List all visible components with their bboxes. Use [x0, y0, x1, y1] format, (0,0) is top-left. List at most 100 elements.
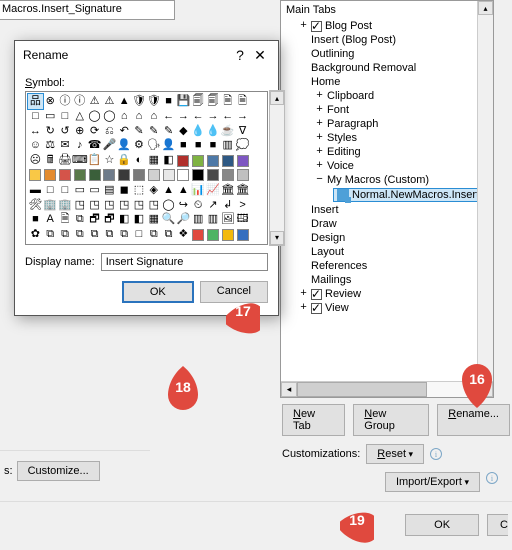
- symbol-cell[interactable]: ⧉: [58, 227, 73, 242]
- symbol-cell[interactable]: ↻: [43, 124, 58, 139]
- symbol-cell[interactable]: [176, 153, 191, 168]
- expand-toggle-icon[interactable]: +: [299, 302, 308, 314]
- symbol-cell[interactable]: [58, 168, 73, 183]
- symbol-cell[interactable]: ◯: [87, 109, 102, 124]
- expand-toggle-icon[interactable]: +: [315, 160, 324, 172]
- symbol-cell[interactable]: ⧉: [146, 227, 161, 242]
- symbol-cell[interactable]: ◧: [117, 212, 132, 227]
- symbol-cell[interactable]: 🔍: [161, 212, 176, 227]
- symbol-cell[interactable]: ◳: [102, 198, 117, 213]
- symbol-cell[interactable]: 🗗: [102, 212, 117, 227]
- symbol-cell[interactable]: ☕: [220, 124, 235, 139]
- tree-item[interactable]: −My Macros (Custom): [281, 173, 493, 187]
- tree-item[interactable]: Outlining: [281, 47, 493, 61]
- symbol-cell[interactable]: ✿: [28, 227, 43, 242]
- symbol-cell[interactable]: ☎: [87, 138, 102, 153]
- symbol-cell[interactable]: 🗎: [58, 212, 73, 227]
- tree-item[interactable]: Home: [281, 75, 493, 89]
- tree-vscroll[interactable]: ▴: [477, 1, 493, 381]
- symbol-cell[interactable]: 🏢: [58, 198, 73, 213]
- tree-item[interactable]: +Review: [281, 287, 493, 301]
- symbol-cell[interactable]: 🔎: [176, 212, 191, 227]
- symbol-cell[interactable]: 👤: [117, 138, 132, 153]
- dialog-ok-button[interactable]: OK: [122, 281, 194, 303]
- symbol-cell[interactable]: 💧: [206, 124, 221, 139]
- symbol-cell[interactable]: ◳: [132, 198, 147, 213]
- symbol-cell[interactable]: ↲: [220, 198, 235, 213]
- symbol-cell[interactable]: 💧: [191, 124, 206, 139]
- symbol-cell[interactable]: ▤: [102, 183, 117, 198]
- symbol-cell[interactable]: ☆: [102, 153, 117, 168]
- symbol-cell[interactable]: □: [132, 227, 147, 242]
- symbol-cell[interactable]: [235, 227, 250, 242]
- expand-toggle-icon[interactable]: +: [315, 90, 324, 102]
- expand-toggle-icon[interactable]: +: [299, 20, 308, 32]
- symbol-cell[interactable]: ←: [191, 109, 206, 124]
- symbol-cell[interactable]: ↗: [206, 198, 221, 213]
- symbol-cell[interactable]: ▦: [146, 212, 161, 227]
- symbol-cell[interactable]: [206, 168, 221, 183]
- scroll-up-icon[interactable]: ▴: [478, 1, 493, 15]
- symbol-cell[interactable]: ✉: [58, 138, 73, 153]
- symbol-cell[interactable]: ⧉: [117, 227, 132, 242]
- symbol-cell[interactable]: 📈: [206, 183, 221, 198]
- symbol-cell[interactable]: 🛠: [28, 198, 43, 213]
- symbol-cell[interactable]: [117, 168, 132, 183]
- symbol-cell[interactable]: ◼: [117, 183, 132, 198]
- symbol-cell[interactable]: 🗎: [220, 94, 235, 109]
- help-icon[interactable]: ?: [230, 47, 250, 63]
- symbol-cell[interactable]: ⬚: [132, 183, 147, 198]
- symbol-cell[interactable]: ◐: [132, 153, 147, 168]
- symbol-cell[interactable]: ▲: [161, 183, 176, 198]
- scroll-left-icon[interactable]: ◂: [281, 382, 297, 397]
- tree-item[interactable]: Draw: [281, 217, 493, 231]
- symbol-cell[interactable]: ◆: [176, 124, 191, 139]
- symbol-cell[interactable]: ▥: [191, 212, 206, 227]
- symbol-cell[interactable]: ⏲: [191, 198, 206, 213]
- symbol-cell[interactable]: 🔒: [117, 153, 132, 168]
- symbol-cell[interactable]: 📋: [87, 153, 102, 168]
- symbol-cell[interactable]: ⧉: [72, 212, 87, 227]
- import-export-button[interactable]: Import/Export: [385, 472, 480, 492]
- close-icon[interactable]: ✕: [250, 47, 270, 64]
- symbol-cell[interactable]: ←: [220, 109, 235, 124]
- symbol-cell[interactable]: 🏛: [220, 183, 235, 198]
- symbol-cell[interactable]: ✎: [161, 124, 176, 139]
- symbol-cell[interactable]: ⚙: [132, 138, 147, 153]
- symbol-cell[interactable]: [220, 227, 235, 242]
- symbol-cell[interactable]: ⧉: [102, 227, 117, 242]
- symbol-cell[interactable]: 🗐: [191, 94, 206, 109]
- symbol-cell[interactable]: ▥: [206, 212, 221, 227]
- symbol-cell[interactable]: ↔: [28, 124, 43, 139]
- checkbox[interactable]: [311, 21, 322, 32]
- tree-item[interactable]: +Paragraph: [281, 117, 493, 131]
- symbol-cell[interactable]: 🖩: [43, 153, 58, 168]
- symbol-cell[interactable]: [191, 168, 206, 183]
- symbol-cell[interactable]: □: [58, 183, 73, 198]
- symbol-cell[interactable]: ◳: [146, 198, 161, 213]
- symbol-cell[interactable]: 💾: [176, 94, 191, 109]
- symbol-cell[interactable]: [87, 168, 102, 183]
- symbol-cell[interactable]: [43, 168, 58, 183]
- symbol-cell[interactable]: 🎤: [102, 138, 117, 153]
- expand-toggle-icon[interactable]: +: [315, 146, 324, 158]
- symbol-cell[interactable]: >: [235, 198, 250, 213]
- new-tab-button[interactable]: New Tab: [282, 404, 345, 436]
- symbol-cell[interactable]: ⟳: [87, 124, 102, 139]
- symbol-cell[interactable]: [132, 168, 147, 183]
- symbol-cell[interactable]: ▲: [117, 94, 132, 109]
- symbol-cell[interactable]: ◯: [161, 198, 176, 213]
- symbol-cell[interactable]: ⌂: [146, 109, 161, 124]
- tree-item[interactable]: Design: [281, 231, 493, 245]
- symbol-cell[interactable]: ■: [161, 94, 176, 109]
- tree-item[interactable]: +Blog Post: [281, 19, 493, 33]
- symbol-cell[interactable]: □: [28, 109, 43, 124]
- symbol-cell[interactable]: ◳: [72, 198, 87, 213]
- symbol-cell[interactable]: ∇: [235, 124, 250, 139]
- symbol-cell[interactable]: A: [43, 212, 58, 227]
- symbol-cell[interactable]: ✎: [132, 124, 147, 139]
- symbol-cell[interactable]: [235, 168, 250, 183]
- symbol-cell[interactable]: [206, 153, 221, 168]
- symbol-cell[interactable]: △: [72, 109, 87, 124]
- symbol-cell[interactable]: ■: [28, 212, 43, 227]
